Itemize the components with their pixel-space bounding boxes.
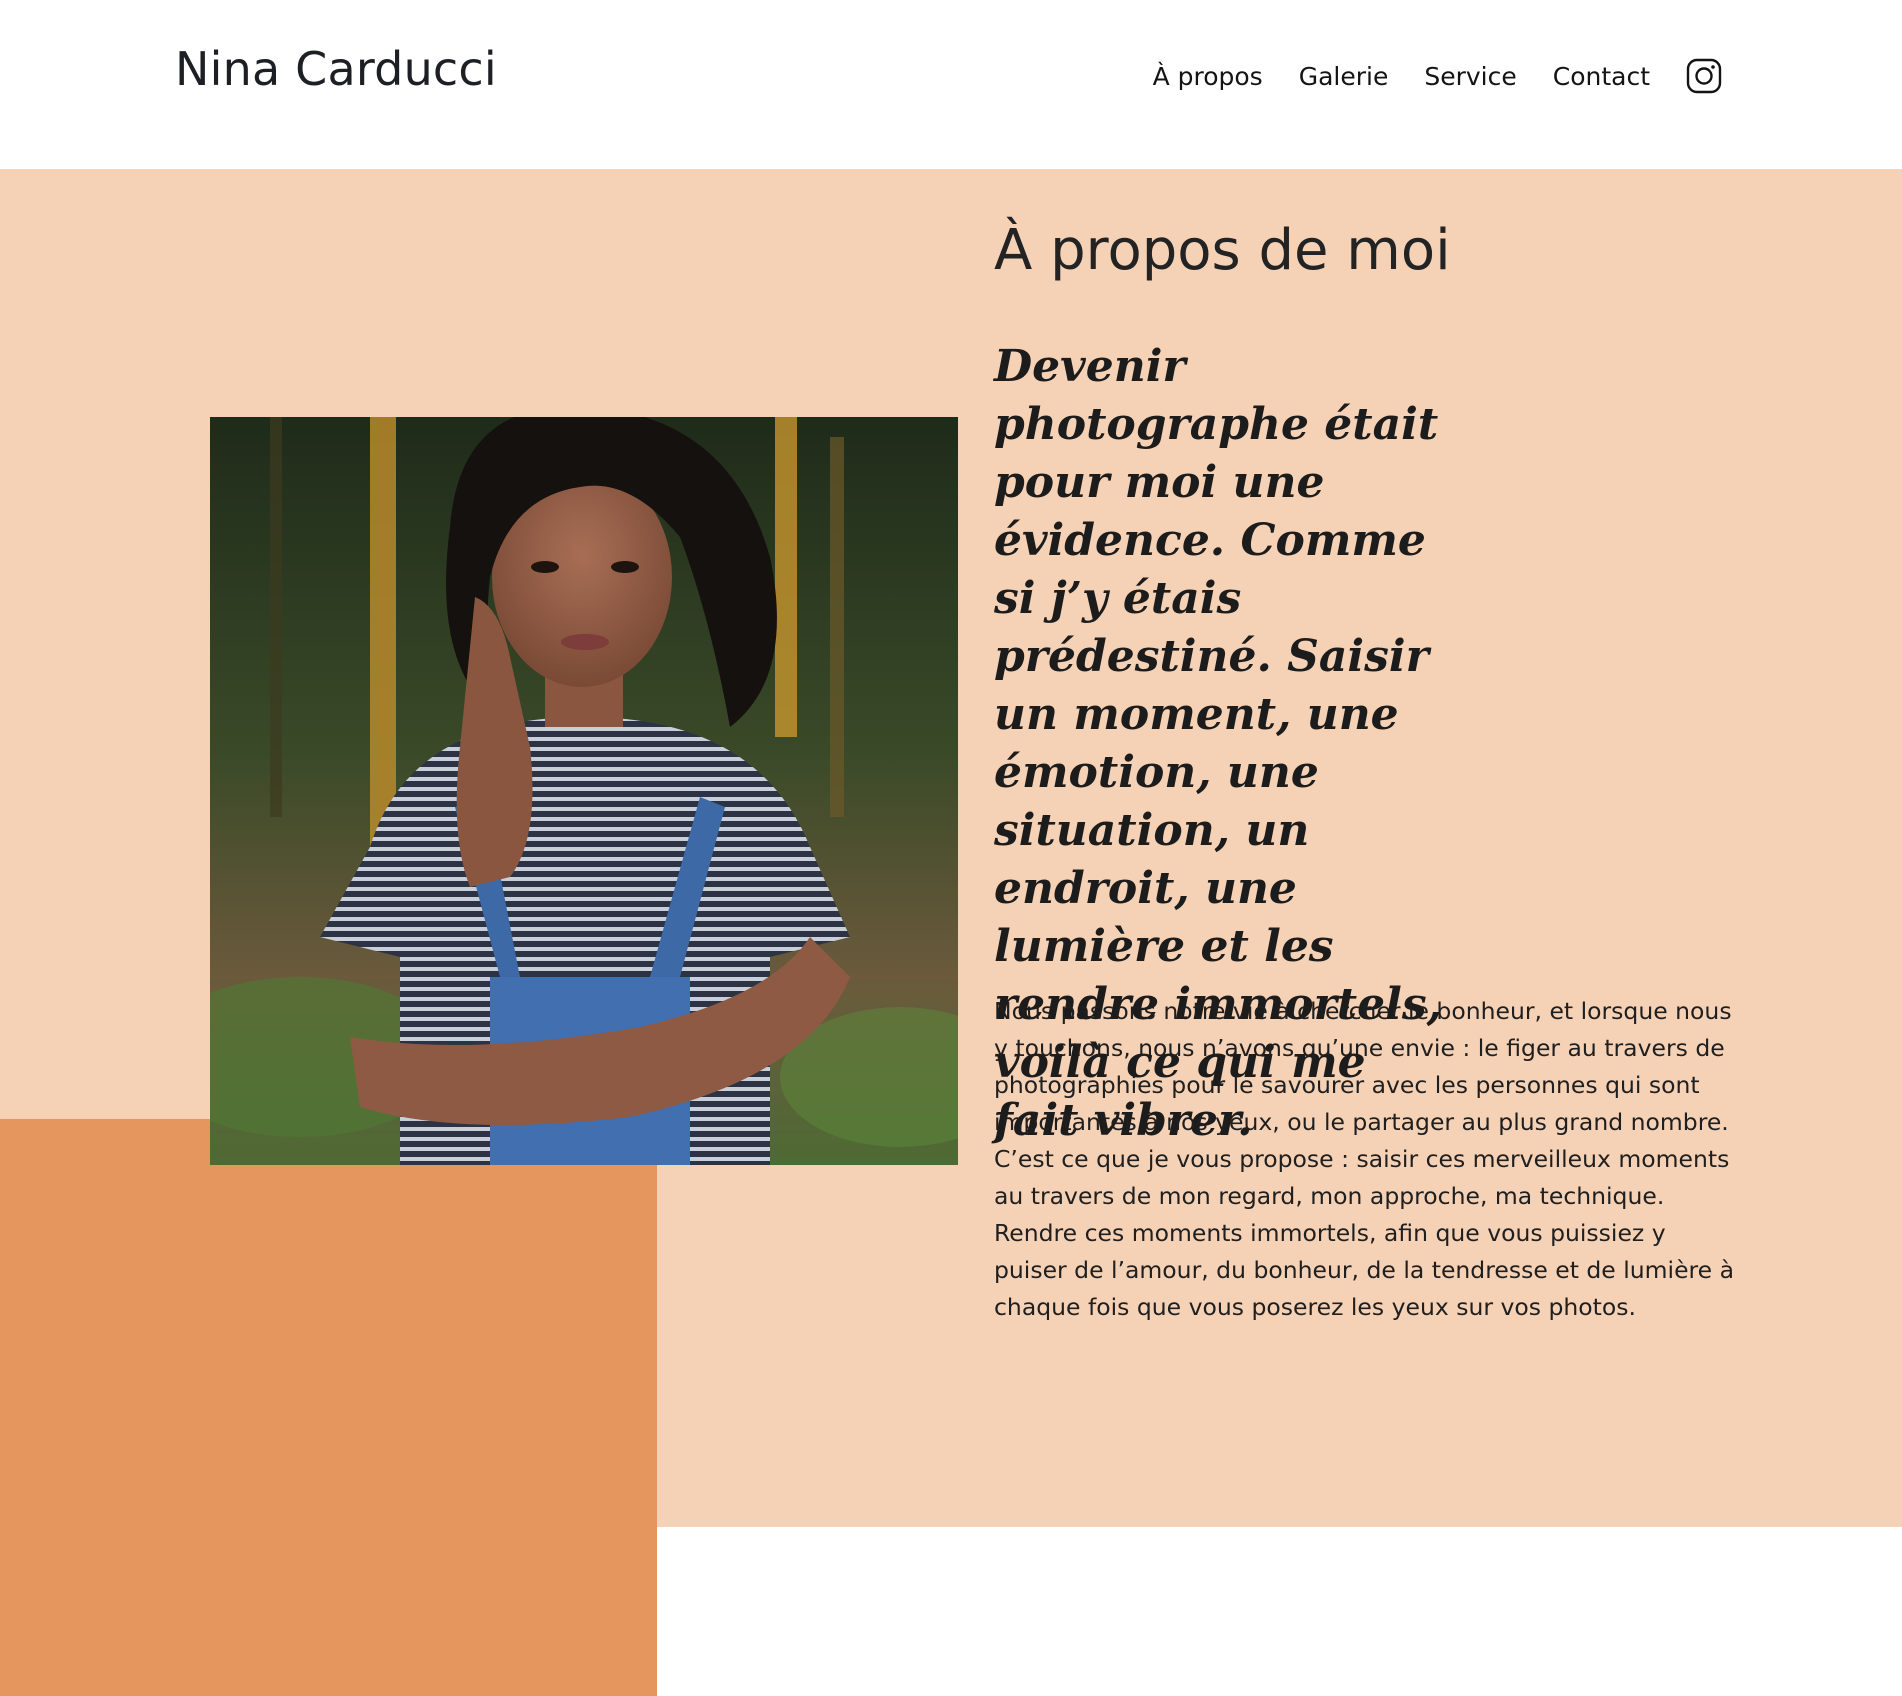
about-title: À propos de moi bbox=[994, 218, 1451, 283]
site-title[interactable]: Nina Carducci bbox=[175, 42, 497, 96]
nav-link-contact[interactable]: Contact bbox=[1553, 62, 1650, 91]
site-header: Nina Carducci À propos Galerie Service C… bbox=[0, 0, 1902, 169]
portrait-photo bbox=[210, 417, 958, 1165]
nav-link-a-propos[interactable]: À propos bbox=[1153, 62, 1263, 91]
instagram-icon[interactable] bbox=[1686, 58, 1722, 94]
nav-link-galerie[interactable]: Galerie bbox=[1299, 62, 1389, 91]
about-body-text: Nous passons notre vie à chercher le bon… bbox=[994, 997, 1735, 1321]
main-nav: À propos Galerie Service Contact bbox=[1153, 58, 1722, 94]
decorative-orange-block bbox=[0, 1119, 657, 1696]
nav-link-service[interactable]: Service bbox=[1424, 62, 1516, 91]
